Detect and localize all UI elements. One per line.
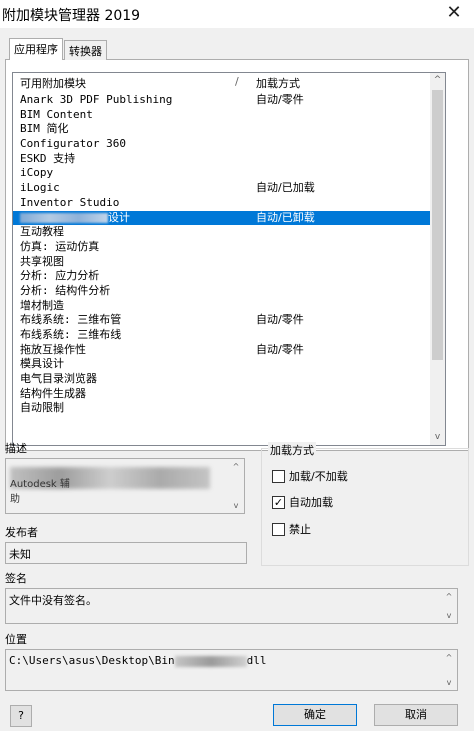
publisher-label: 发布者 — [5, 526, 38, 539]
location-scroll-down-icon[interactable]: v — [442, 676, 456, 689]
scroll-up-button[interactable]: ^ — [430, 73, 445, 88]
column-header-name[interactable]: 可用附加模块 — [20, 75, 86, 91]
list-item[interactable]: 仿真: 运动仿真 — [13, 240, 431, 255]
addin-name: BIM Content — [20, 107, 93, 121]
addin-name: 布线系统: 三维布线 — [20, 328, 122, 341]
list-item[interactable]: ESKD 支持 — [13, 152, 431, 167]
list-rows: Anark 3D PDF Publishing 自动/零件 BIM Content B… — [13, 93, 431, 416]
addin-name: 仿真: 运动仿真 — [20, 239, 100, 253]
list-item[interactable]: 互动教程 — [13, 225, 431, 240]
list-item[interactable]: 布线系统: 三维布管 自动/零件 — [13, 313, 431, 328]
addin-name: Configurator 360 — [20, 137, 126, 151]
signature-label: 签名 — [5, 572, 27, 585]
description-scroll-up-icon[interactable]: ^ — [229, 460, 243, 473]
signature-value: 文件中没有签名。 — [9, 594, 97, 607]
addin-load-behavior: 自动/已加载 — [256, 181, 315, 195]
list-item[interactable]: 结构件生成器 — [13, 387, 431, 402]
column-header-load[interactable]: 加载方式 — [256, 75, 300, 91]
list-item[interactable]: 分析: 结构件分析 — [13, 284, 431, 299]
addin-load-behavior: 自动/零件 — [256, 313, 304, 327]
signature-scroll-down-icon[interactable]: v — [442, 609, 456, 622]
list-item[interactable]: 共享视图 — [13, 255, 431, 270]
vertical-scrollbar[interactable]: ^ v — [430, 73, 445, 445]
addin-name: 拖放互操作性 — [20, 342, 86, 356]
list-item[interactable]: 自动限制 — [13, 401, 431, 416]
description-text: Autodesk 辅 助 — [10, 479, 70, 505]
addin-name: 自动限制 — [20, 401, 64, 415]
close-button[interactable]: ✕ — [442, 2, 466, 26]
ok-button[interactable]: 确定 — [273, 704, 357, 726]
list-item[interactable]: 分析: 应力分析 — [13, 269, 431, 284]
window-title: 附加模块管理器 2019 — [2, 8, 141, 24]
addin-name: 分析: 结构件分析 — [20, 283, 111, 297]
signature-scroll-up-icon[interactable]: ^ — [442, 590, 456, 603]
load-method-group: 加载方式 加载/不加载 ✓ 自动加载 禁止 — [261, 442, 469, 566]
list-item[interactable]: 布线系统: 三维布线 — [13, 328, 431, 343]
addin-name: Inventor Studio — [20, 195, 120, 209]
list-item[interactable]: BIM 简化 — [13, 122, 431, 137]
signature-box[interactable]: 文件中没有签名。 ^ v — [5, 588, 458, 624]
scroll-down-button[interactable]: v — [430, 430, 445, 445]
list-item[interactable]: 增材制造 — [13, 299, 431, 314]
addin-name: 共享视图 — [20, 254, 64, 268]
list-item[interactable]: 模具设计 — [13, 357, 431, 372]
addin-load-behavior: 自动/已卸载 — [256, 210, 315, 224]
auto-load-label: 自动加载 — [289, 496, 333, 509]
addin-name: Anark 3D PDF Publishing — [20, 93, 173, 106]
description-scroll-down-icon[interactable]: v — [229, 499, 243, 512]
addin-name: 结构件生成器 — [20, 386, 86, 400]
addin-name: 布线系统: 三维布管 — [20, 313, 122, 327]
list-header: 可用附加模块 / 加载方式 — [13, 73, 431, 90]
list-item[interactable]: BIM Content — [13, 108, 431, 123]
list-item[interactable]: iLogic 自动/已加载 — [13, 181, 431, 196]
list-item[interactable]: 电气目录浏览器 — [13, 372, 431, 387]
cancel-button[interactable]: 取消 — [374, 704, 458, 726]
publisher-value: 未知 — [9, 548, 31, 561]
redacted-path — [174, 655, 247, 667]
list-item[interactable]: 拖放互操作性 自动/零件 — [13, 343, 431, 358]
addin-name: 分析: 应力分析 — [20, 269, 100, 283]
addin-name: 模具设计 — [20, 357, 64, 371]
list-item[interactable]: 设计 自动/已卸载 — [13, 210, 431, 226]
addin-name: BIM 简化 — [20, 122, 69, 136]
dialog-body: 应用程序 转换器 可用附加模块 / 加载方式 Anark 3D PDF Publ… — [0, 28, 474, 731]
tab-applications[interactable]: 应用程序 — [9, 38, 63, 60]
location-scroll-up-icon[interactable]: ^ — [442, 651, 456, 664]
scroll-thumb[interactable] — [432, 90, 443, 360]
list-item[interactable]: Anark 3D PDF Publishing 自动/零件 — [13, 93, 431, 108]
addin-list[interactable]: 可用附加模块 / 加载方式 Anark 3D PDF Publishing 自动/… — [12, 72, 446, 446]
description-label: 描述 — [5, 442, 27, 455]
description-box[interactable]: Autodesk 辅 助 ^ v — [5, 458, 245, 514]
list-item[interactable]: Configurator 360 — [13, 137, 431, 152]
addin-name: 电气目录浏览器 — [20, 372, 97, 386]
addin-load-behavior: 自动/零件 — [256, 93, 304, 106]
help-button[interactable]: ? — [10, 705, 32, 727]
addin-name: 增材制造 — [20, 298, 64, 312]
addin-name: 互动教程 — [20, 225, 64, 239]
addin-name: iCopy — [20, 166, 54, 180]
addin-name: 设计 — [20, 211, 130, 226]
load-unload-checkbox[interactable] — [272, 470, 285, 483]
title-bar: 附加模块管理器 2019 ✕ — [0, 0, 474, 28]
load-unload-label: 加载/不加载 — [289, 470, 348, 483]
block-checkbox[interactable] — [272, 523, 285, 536]
addin-name: iLogic — [20, 181, 60, 195]
location-box[interactable]: C:\Users\asus\Desktop\Bin dll ^ v — [5, 649, 458, 691]
addin-load-behavior: 自动/零件 — [256, 342, 304, 356]
addin-name: ESKD 支持 — [20, 151, 76, 165]
list-item[interactable]: Inventor Studio — [13, 196, 431, 211]
redacted-name — [20, 212, 108, 223]
tab-translators[interactable]: 转换器 — [64, 40, 107, 60]
list-item[interactable]: iCopy — [13, 166, 431, 181]
location-value: C:\Users\asus\Desktop\Bin dll — [9, 654, 267, 667]
column-separator: / — [235, 75, 239, 88]
publisher-box: 未知 — [5, 542, 247, 564]
load-method-label: 加载方式 — [268, 442, 316, 458]
location-label: 位置 — [5, 633, 27, 646]
auto-load-checkbox[interactable]: ✓ — [272, 496, 285, 509]
block-label: 禁止 — [289, 523, 311, 536]
